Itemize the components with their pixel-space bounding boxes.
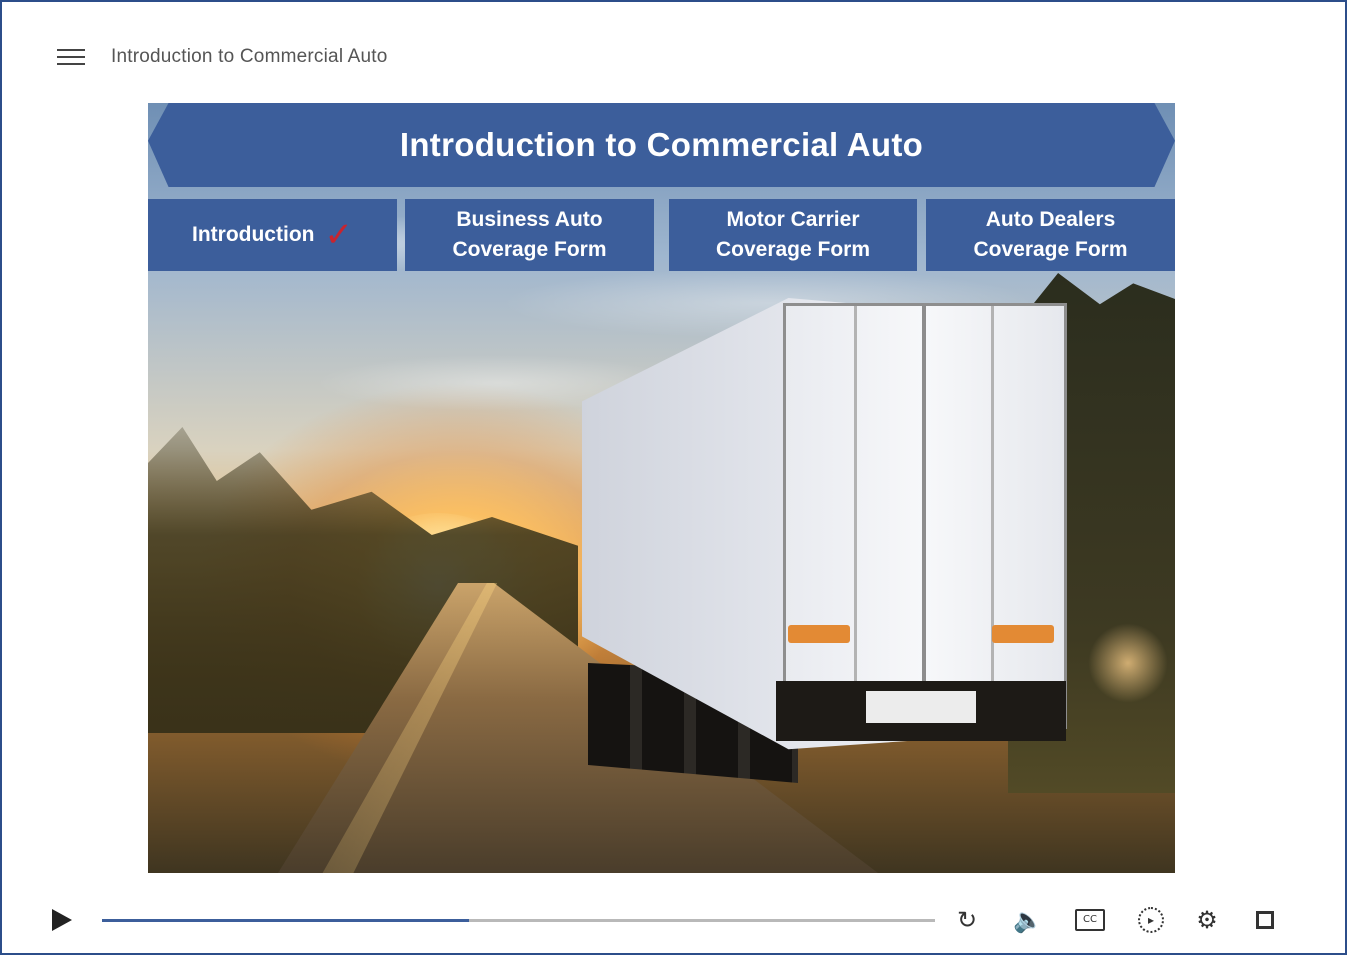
tab-auto-dealers-coverage-form[interactable]: Auto Dealers Coverage Form <box>926 199 1175 271</box>
seek-bar[interactable] <box>102 919 935 922</box>
player-controls: ↻ 🔈 CC ▸ ⚙ <box>2 897 1347 947</box>
truck-trailer-doors <box>783 303 1067 729</box>
checkmark-icon: ✓ <box>324 216 353 254</box>
tab-label: Introduction <box>192 223 315 246</box>
settings-gear-icon[interactable]: ⚙ <box>1192 905 1222 935</box>
tab-label-line2: Coverage Form <box>715 238 871 261</box>
slide-canvas: Introduction to Commercial Auto Introduc… <box>148 103 1175 873</box>
fullscreen-icon[interactable] <box>1250 905 1280 935</box>
tab-motor-carrier-coverage-form[interactable]: Motor Carrier Coverage Form <box>669 199 917 271</box>
playback-speed-icon[interactable]: ▸ <box>1136 905 1166 935</box>
trailer-lamp-right <box>992 625 1054 643</box>
tab-label-line2: Coverage Form <box>973 238 1128 261</box>
course-title: Introduction to Commercial Auto <box>111 46 388 67</box>
tab-business-auto-coverage-form[interactable]: Business Auto Coverage Form <box>405 199 654 271</box>
section-tabs: Introduction ✓ Business Auto Coverage Fo… <box>148 199 1175 271</box>
slide-title-banner: Introduction to Commercial Auto <box>148 103 1175 187</box>
volume-icon[interactable]: 🔈 <box>1013 905 1043 935</box>
slide-title: Introduction to Commercial Auto <box>399 126 924 163</box>
tab-label-line2: Coverage Form <box>452 238 607 261</box>
closed-captions-icon[interactable]: CC <box>1075 905 1105 935</box>
lens-flare <box>1088 623 1168 703</box>
play-icon[interactable] <box>52 909 72 931</box>
top-bar: Introduction to Commercial Auto <box>57 42 388 72</box>
player-frame: Introduction to Commercial Auto Introduc… <box>0 0 1347 955</box>
tab-label-line1: Business Auto <box>456 208 603 231</box>
trailer-lamp-left <box>788 625 850 643</box>
license-plate <box>866 691 976 723</box>
truck-bumper <box>776 681 1066 741</box>
hamburger-menu-icon[interactable] <box>57 49 85 65</box>
replay-icon[interactable]: ↻ <box>952 905 982 935</box>
tab-introduction[interactable]: Introduction ✓ <box>148 199 397 271</box>
tab-label-line1: Auto Dealers <box>985 208 1116 231</box>
seek-bar-progress <box>102 919 469 922</box>
tab-label-line1: Motor Carrier <box>726 208 860 231</box>
